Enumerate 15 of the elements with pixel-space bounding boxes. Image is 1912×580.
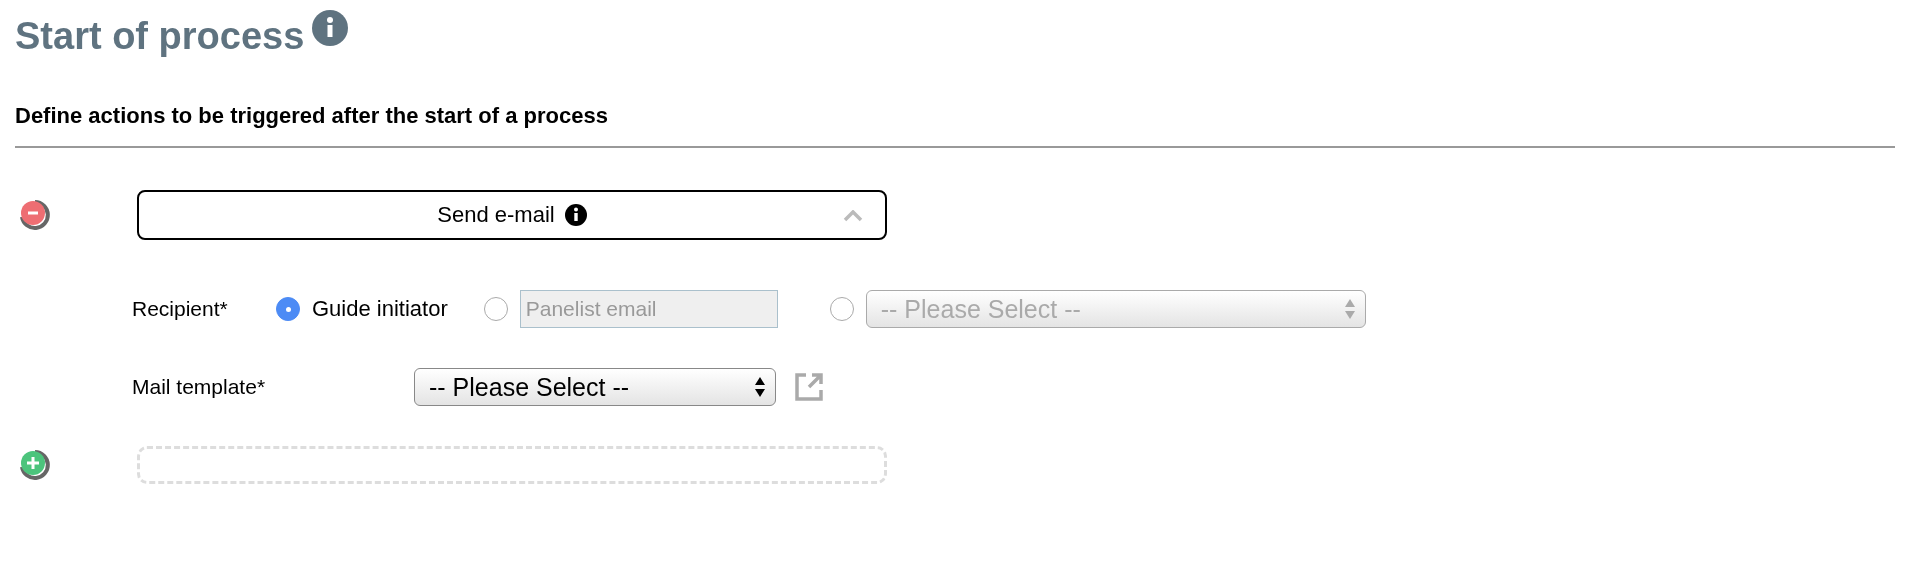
dropdown-arrows-icon — [1343, 298, 1356, 320]
radio-button[interactable] — [276, 297, 300, 321]
info-icon[interactable] — [564, 204, 587, 226]
chevron-up-icon[interactable] — [843, 210, 863, 222]
dropdown[interactable]: -- Please Select -- — [414, 368, 776, 406]
dropdown-arrows-icon — [754, 376, 766, 398]
page-title: Start of process — [15, 14, 305, 58]
action-header[interactable]: Send e-mail — [137, 190, 887, 240]
field-label: Mail template* — [132, 375, 267, 399]
radio-label: Guide initiator — [312, 296, 448, 322]
remove-icon[interactable] — [19, 199, 51, 231]
external-link-icon[interactable] — [792, 370, 826, 404]
field-label: Recipient* — [132, 297, 229, 321]
add-icon[interactable] — [19, 449, 51, 481]
section-subtitle: Define actions to be triggered after the start of a process — [15, 103, 609, 129]
